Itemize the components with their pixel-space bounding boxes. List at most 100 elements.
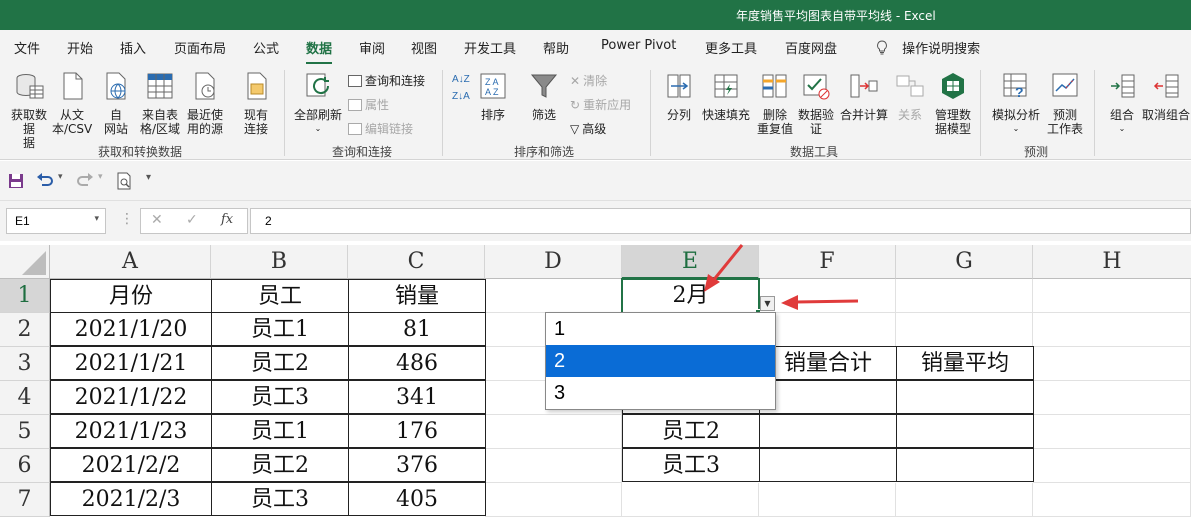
tab-developer[interactable]: 开发工具	[464, 38, 516, 57]
manage-data-model-button[interactable]: 管理数 据模型	[932, 70, 974, 136]
table-cell-employee[interactable]: 员工2	[211, 346, 349, 380]
insert-function-icon[interactable]: fx	[221, 212, 233, 227]
table-cell-employee[interactable]: 员工3	[211, 482, 349, 516]
cell-h3[interactable]	[1033, 347, 1191, 381]
existing-connections-button[interactable]: 现有 连接	[236, 70, 276, 136]
table-header-sales[interactable]: 销量	[348, 279, 486, 313]
cell-g1[interactable]	[896, 279, 1033, 313]
group-button[interactable]: 组合 ⌄	[1104, 70, 1140, 136]
validation-dropdown-arrow[interactable]: ▼	[760, 296, 775, 311]
redo-icon[interactable]	[76, 173, 94, 189]
table-cell-date[interactable]: 2021/1/22	[50, 380, 212, 414]
table-cell-sales[interactable]: 81	[348, 312, 486, 346]
tab-view[interactable]: 视图	[411, 38, 437, 57]
chevron-down-icon[interactable]: ▾	[94, 213, 99, 224]
table-cell-date[interactable]: 2021/2/2	[50, 448, 212, 482]
cancel-icon[interactable]: ✕	[151, 212, 163, 228]
cell-d5[interactable]	[485, 415, 622, 449]
cell-g7[interactable]	[896, 483, 1033, 517]
cell-d7[interactable]	[485, 483, 622, 517]
from-table-range-button[interactable]: 来自表 格/区域	[137, 70, 183, 136]
cell-d1[interactable]	[485, 279, 622, 313]
cell-f2[interactable]	[759, 313, 896, 347]
cell-f7[interactable]	[759, 483, 896, 517]
summary-cell-f4[interactable]	[759, 380, 897, 414]
dropdown-option[interactable]: 1	[546, 313, 775, 345]
undo-icon[interactable]	[36, 173, 54, 189]
summary-cell-g5[interactable]	[896, 414, 1034, 448]
table-cell-date[interactable]: 2021/2/3	[50, 482, 212, 516]
relationships-button[interactable]: 关系	[893, 70, 927, 122]
redo-dropdown-icon[interactable]: ▾	[98, 172, 103, 182]
column-header-c[interactable]: C	[348, 245, 485, 279]
row-header-1[interactable]: 1	[0, 279, 50, 313]
table-cell-sales[interactable]: 486	[348, 346, 486, 380]
tab-review[interactable]: 审阅	[359, 38, 385, 57]
summary-cell-f6[interactable]	[759, 448, 897, 482]
cell-e7[interactable]	[622, 483, 759, 517]
table-cell-sales[interactable]: 341	[348, 380, 486, 414]
column-header-f[interactable]: F	[759, 245, 896, 279]
table-header-month[interactable]: 月份	[50, 279, 212, 313]
cell-h5[interactable]	[1033, 415, 1191, 449]
table-cell-employee[interactable]: 员工2	[211, 448, 349, 482]
table-header-employee[interactable]: 员工	[211, 279, 349, 313]
what-if-analysis-button[interactable]: ? 模拟分析 ⌄	[988, 70, 1044, 136]
cell-g2[interactable]	[896, 313, 1033, 347]
tab-file[interactable]: 文件	[14, 38, 40, 57]
cell-h4[interactable]	[1033, 381, 1191, 415]
clear-filter-button[interactable]: ✕ 清除	[570, 72, 607, 89]
flash-fill-button[interactable]: 快速填充	[700, 70, 752, 122]
column-header-g[interactable]: G	[896, 245, 1033, 279]
table-cell-date[interactable]: 2021/1/21	[50, 346, 212, 380]
sort-button[interactable]: Z AA Z 排序	[476, 70, 510, 122]
cell-f1[interactable]	[759, 279, 896, 313]
edit-links-button[interactable]: 编辑链接	[348, 120, 413, 137]
recent-sources-button[interactable]: 最近使 用的源	[184, 70, 226, 136]
ungroup-button[interactable]: 取消组合	[1142, 70, 1191, 122]
dropdown-option-selected[interactable]: 2	[546, 345, 775, 377]
filter-button[interactable]: 筛选	[527, 70, 561, 122]
row-header-2[interactable]: 2	[0, 313, 50, 347]
tab-baidu-netdisk[interactable]: 百度网盘	[785, 38, 837, 57]
undo-dropdown-icon[interactable]: ▾	[58, 172, 63, 182]
summary-cell-e5[interactable]: 员工2	[622, 414, 760, 448]
customize-qat-icon[interactable]: ▾	[146, 172, 151, 183]
row-header-3[interactable]: 3	[0, 347, 50, 381]
tell-me-search[interactable]: 操作说明搜索	[876, 38, 980, 57]
refresh-all-button[interactable]: 全部刷新 ⌄	[292, 70, 344, 136]
sort-az-buttons[interactable]: A↓Z Z↓A	[452, 74, 470, 102]
active-cell-e1[interactable]: 2月	[621, 278, 760, 314]
cell-h6[interactable]	[1033, 449, 1191, 483]
row-header-4[interactable]: 4	[0, 381, 50, 415]
column-header-b[interactable]: B	[211, 245, 348, 279]
table-cell-employee[interactable]: 员工3	[211, 380, 349, 414]
tab-insert[interactable]: 插入	[120, 38, 146, 57]
print-preview-icon[interactable]	[116, 172, 132, 190]
column-header-d[interactable]: D	[485, 245, 622, 279]
tab-data[interactable]: 数据	[306, 38, 333, 65]
table-cell-date[interactable]: 2021/1/23	[50, 414, 212, 448]
table-cell-sales[interactable]: 376	[348, 448, 486, 482]
save-icon[interactable]	[8, 173, 24, 189]
validation-dropdown-list[interactable]: 1 2 3	[545, 312, 776, 410]
table-cell-employee[interactable]: 员工1	[211, 312, 349, 346]
cell-h2[interactable]	[1033, 313, 1191, 347]
cell-h7[interactable]	[1033, 483, 1191, 517]
tab-more-tools[interactable]: 更多工具	[705, 38, 757, 57]
summary-cell-g4[interactable]	[896, 380, 1034, 414]
column-header-a[interactable]: A	[50, 245, 211, 279]
row-header-7[interactable]: 7	[0, 483, 50, 517]
summary-cell-g6[interactable]	[896, 448, 1034, 482]
table-cell-sales[interactable]: 405	[348, 482, 486, 516]
table-cell-sales[interactable]: 176	[348, 414, 486, 448]
forecast-sheet-button[interactable]: 预测 工作表	[1044, 70, 1086, 136]
tab-power-pivot[interactable]: Power Pivot	[601, 38, 676, 53]
formula-bar-grip-icon[interactable]: ⋮	[120, 211, 134, 227]
column-header-h[interactable]: H	[1033, 245, 1191, 279]
tab-page-layout[interactable]: 页面布局	[174, 38, 226, 57]
column-header-e[interactable]: E	[622, 245, 759, 279]
from-text-csv-button[interactable]: 从文 本/CSV	[52, 70, 92, 136]
data-validation-button[interactable]: 数据验 证	[796, 70, 836, 136]
advanced-filter-button[interactable]: ▽ 高级	[570, 120, 606, 137]
